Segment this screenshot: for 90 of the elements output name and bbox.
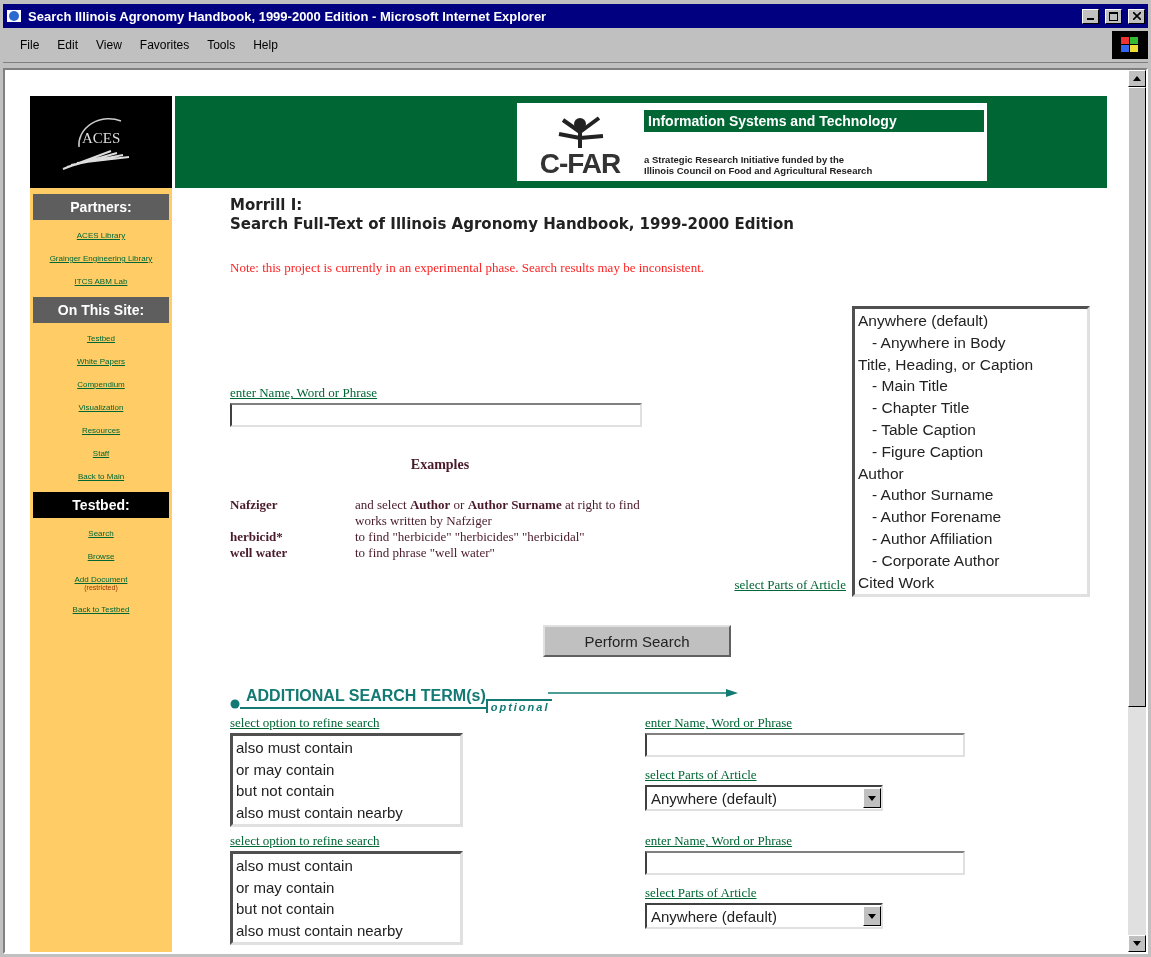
logo-text: ACES [82,130,121,147]
list-option[interactable]: also must contain nearby [236,801,457,824]
sidebar-link[interactable]: ITCS ABM Lab [74,277,128,286]
scroll-up-icon [1133,76,1141,81]
parts-dropdown[interactable]: Anywhere (default) [645,785,883,812]
page-title: Search Full-Text of Illinois Agronomy Handbook, 1999-2000 Edition [230,215,795,234]
sidebar-link[interactable]: Testbed [87,334,115,343]
list-option[interactable]: - Author Surname [858,484,1084,507]
list-option[interactable]: - Figure Caption [858,440,1084,463]
parts-dropdown[interactable]: Anywhere (default) [645,903,883,930]
sidebar-link[interactable]: Compendium [77,380,125,389]
field-label-link[interactable]: select option to refine search [230,833,645,850]
dropdown-arrow-icon [868,913,876,919]
field-label-link[interactable]: select Parts of Article [645,767,757,784]
list-option[interactable]: or may contain [236,758,457,781]
example-term: well water [230,545,289,562]
list-option[interactable]: Cited Work [858,571,1084,594]
close-icon [1132,12,1141,20]
sidebar-link[interactable]: Staff [92,449,110,458]
term-field[interactable] [645,851,965,876]
sidebar-link[interactable]: White Papers [77,357,125,366]
sidebar-link[interactable]: Add Document [74,575,128,584]
minimize-button[interactable] [1082,8,1099,24]
field-label-link[interactable]: select Parts of Article [645,885,757,902]
list-option[interactable]: but not contain [236,780,457,802]
throbber-logo [1112,31,1148,59]
list-option[interactable]: - Chapter Title [858,397,1084,419]
list-option[interactable]: or may contain [236,876,457,899]
examples-heading: Examples [409,457,471,474]
warning-note: Note: this project is currently in an experimental phase. Search results may be inconsistent. [230,260,705,276]
list-option[interactable]: also must contain [236,855,457,877]
maximize-button[interactable] [1105,8,1122,24]
dropdown-arrow-icon [868,795,876,801]
field-label-link[interactable]: enter Name, Word or Phrase [645,833,975,850]
window-title: Search Illinois Agronomy Handbook, 1999-2000 Edition - Microsoft Internet Explorer [28,8,548,24]
optional-tag: optional [485,699,553,714]
menu-item[interactable]: File [13,36,47,54]
scroll-down-icon [1133,941,1141,946]
sidebar-link[interactable]: Back to Testbed [72,605,130,614]
sidebar-link[interactable]: Back to Main [77,472,125,481]
example-description: to find "herbicide" "herbicides" "herbicidal" [355,529,586,546]
list-option[interactable]: also must contain nearby [236,919,457,942]
section-heading: ADDITIONAL SEARCH TERM(s) [240,687,486,710]
sidebar-link[interactable]: Grainger Engineering Library [49,254,153,263]
list-option[interactable]: - Author Forename [858,506,1084,528]
menu-item[interactable]: Favorites [132,36,197,54]
list-option[interactable]: Anywhere (default) [858,310,1084,332]
list-option[interactable]: but not contain [236,898,457,920]
term-field[interactable] [645,733,965,758]
sidebar-heading: Testbed: [33,492,169,518]
logo-title: Information Systems and Technology [644,110,984,132]
sidebar-link[interactable]: Resources [81,426,121,435]
sidebar-link[interactable]: Visualization [78,403,124,412]
search-field[interactable] [230,403,642,428]
list-option[interactable]: - Main Title [858,375,1084,398]
list-option[interactable]: - Author Affiliation [858,527,1084,550]
list-option[interactable]: - Table Caption [858,419,1084,441]
field-label-link[interactable]: enter Name, Word or Phrase [230,385,378,402]
menu-item[interactable]: Tools [200,36,243,54]
sidebar-heading: Partners: [33,194,169,220]
browser-icon [6,8,22,24]
menu-item[interactable]: Help [246,36,285,54]
example-description: to find phrase "well water" [355,545,496,562]
logo-text: C-FAR [539,150,621,178]
maximize-icon [1109,11,1118,21]
refine-listbox[interactable]: also must contain or may contain but not contain also must contain nearby [230,851,463,946]
cfar-tagline: a Strategic Research Initiative funded by the [644,154,846,165]
sidebar-link[interactable]: ACES Library [76,231,126,240]
menu-item[interactable]: View [89,36,129,54]
example-term: herbicid* [230,529,284,546]
perform-search-button[interactable]: Perform Search [543,625,731,658]
field-label-link[interactable]: select option to refine search [230,715,645,732]
bullet-icon [230,699,240,710]
field-label-link[interactable]: enter Name, Word or Phrase [645,715,975,732]
sidebar-link[interactable]: Browse [87,552,115,561]
list-option[interactable]: - Anywhere in Body [858,331,1084,354]
parts-listbox[interactable] [852,306,1090,598]
list-option[interactable]: Author [858,462,1084,485]
list-option[interactable]: - Corporate Author [858,549,1084,572]
cfar-tagline: Illinois Council on Food and Agricultural Research [644,165,874,176]
sidebar-heading: On This Site: [33,297,169,323]
page-title: Morrill I: [230,196,304,215]
refine-listbox[interactable]: also must contain or may contain but not contain also must contain nearby [230,733,463,828]
menu-item[interactable]: Edit [50,36,86,54]
list-option[interactable]: Title, Heading, or Caption [858,353,1084,376]
example-term: Nafziger [230,497,279,515]
list-option[interactable]: also must contain [236,737,457,759]
close-button[interactable] [1128,8,1145,24]
field-label-link[interactable]: select Parts of Article [734,577,846,594]
sidebar-link[interactable]: Search [88,529,114,538]
